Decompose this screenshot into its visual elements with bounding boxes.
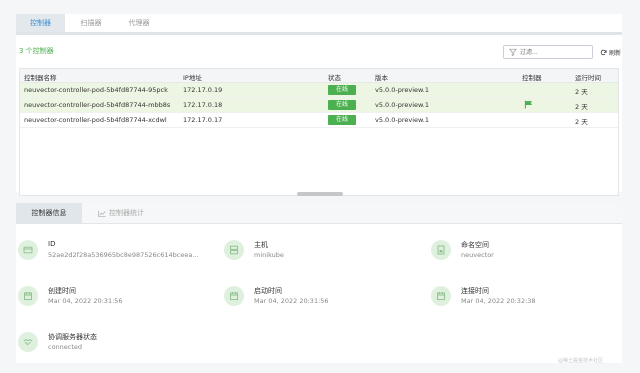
header-version[interactable]: 版本	[375, 72, 388, 82]
info-created-value: Mar 04, 2022 20:31:56	[48, 297, 123, 305]
info-id-label: ID	[48, 240, 56, 248]
server-icon	[224, 240, 244, 260]
chart-icon	[98, 210, 106, 217]
row-ip: 172.17.0.19	[183, 86, 223, 94]
header-leader[interactable]: 控制器	[522, 72, 542, 82]
row-name: neuvector-controller-pod-5b4fd87744-xcdw…	[24, 116, 167, 124]
header-uptime[interactable]: 运行时间	[575, 72, 601, 82]
filter-box[interactable]	[503, 45, 593, 59]
info-namespace-label: 命名空间	[461, 241, 489, 249]
tab-controller-stats-label: 控制器统计	[109, 209, 144, 217]
info-id-value: 52ae2d2f28a536965bc8e987526c614bceea...	[48, 251, 199, 259]
tab-enforcers[interactable]: 代理器	[116, 14, 162, 32]
tab-controllers[interactable]: 控制器	[16, 14, 65, 32]
tab-controller-info[interactable]: 控制器信息	[16, 203, 82, 223]
watermark: @稀土掘金技术社区	[558, 358, 604, 364]
info-created-label: 创建时间	[48, 287, 76, 295]
info-joined-value: Mar 04, 2022 20:32:38	[461, 297, 536, 305]
leader-flag-icon	[524, 100, 533, 109]
table-row[interactable]: neuvector-controller-pod-5b4fd87744-mbb8…	[20, 98, 618, 113]
handshake-icon	[18, 332, 38, 352]
status-badge: 在线	[328, 100, 356, 110]
table-row[interactable]: neuvector-controller-pod-5b4fd87744-95pc…	[20, 83, 618, 98]
header-name[interactable]: 控制器名称	[24, 72, 57, 82]
detail-tabs: 控制器信息 控制器统计	[16, 203, 622, 224]
refresh-button[interactable]: 刷新	[600, 47, 621, 57]
row-uptime: 2 天	[575, 103, 588, 111]
controllers-table: 控制器名称 IP地址 状态 版本 控制器 运行时间 neuvector-cont…	[19, 68, 619, 196]
refresh-label: 刷新	[609, 49, 622, 57]
info-namespace-value: neuvector	[461, 251, 494, 259]
row-uptime: 2 天	[575, 118, 588, 126]
row-ip: 172.17.0.18	[183, 101, 223, 109]
calendar-icon	[431, 286, 451, 306]
info-host-value: minikube	[254, 251, 284, 259]
id-card-icon	[18, 240, 38, 260]
refresh-icon	[600, 49, 607, 55]
calendar-icon	[18, 286, 38, 306]
table-row[interactable]: neuvector-controller-pod-5b4fd87744-xcdw…	[20, 113, 618, 128]
tab-controller-stats[interactable]: 控制器统计	[86, 203, 156, 223]
info-started-value: Mar 04, 2022 20:31:56	[254, 297, 329, 305]
info-orchestrator-value: connected	[48, 343, 83, 351]
header-ip[interactable]: IP地址	[183, 72, 202, 82]
info-orchestrator-label: 协调服务器状态	[48, 333, 97, 341]
row-name: neuvector-controller-pod-5b4fd87744-mbb8…	[24, 101, 171, 109]
controller-count: 3 个控制器	[19, 47, 54, 55]
calendar-icon	[224, 286, 244, 306]
status-badge: 在线	[328, 115, 356, 125]
controllers-panel: 控制器 扫描器 代理器 3 个控制器 刷新 控制器名称 IP地址 状态 版本	[16, 14, 622, 196]
info-host-label: 主机	[254, 241, 268, 249]
row-uptime: 2 天	[575, 88, 588, 96]
filter-icon	[509, 48, 517, 56]
row-version: v5.0.0-preview.1	[375, 86, 429, 94]
resize-handle[interactable]	[297, 192, 343, 196]
row-version: v5.0.0-preview.1	[375, 101, 429, 109]
page: 控制器 扫描器 代理器 3 个控制器 刷新 控制器名称 IP地址 状态 版本	[0, 0, 640, 373]
controller-details-panel: 控制器信息 控制器统计 ID 52ae2d2f28a536965bc8e9875…	[16, 203, 622, 363]
header-status[interactable]: 状态	[328, 72, 341, 82]
row-ip: 172.17.0.17	[183, 116, 223, 124]
tab-scanners[interactable]: 扫描器	[68, 14, 114, 32]
info-joined-label: 连接时间	[461, 287, 489, 295]
status-badge: 在线	[328, 85, 356, 95]
filter-input[interactable]	[520, 47, 590, 57]
table-header: 控制器名称 IP地址 状态 版本 控制器 运行时间	[20, 69, 618, 83]
namespace-icon	[431, 240, 451, 260]
top-tabs: 控制器 扫描器 代理器	[16, 14, 622, 35]
row-version: v5.0.0-preview.1	[375, 116, 429, 124]
row-name: neuvector-controller-pod-5b4fd87744-95pc…	[24, 86, 168, 94]
info-started-label: 启动时间	[254, 287, 282, 295]
